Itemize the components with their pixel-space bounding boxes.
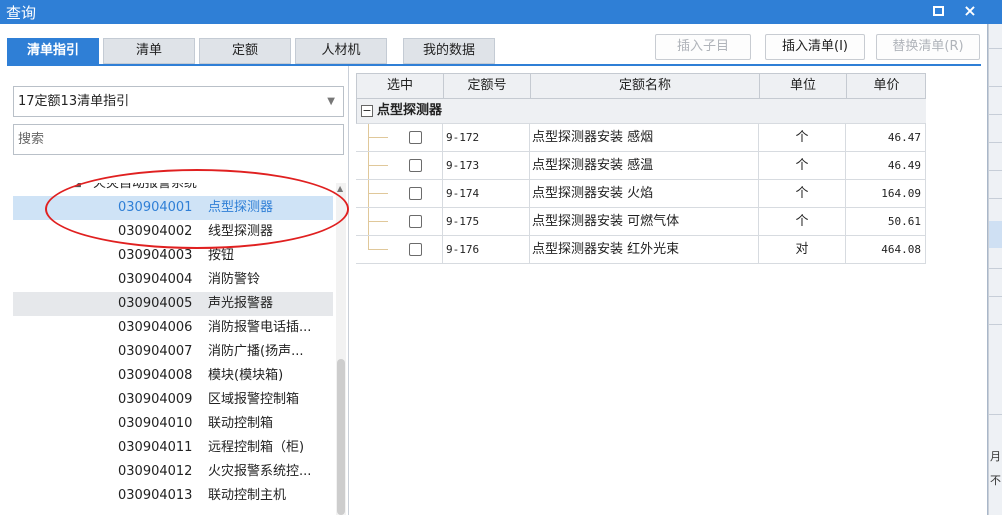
tree-item[interactable]: 030904005 声光报警器: [13, 292, 333, 316]
scroll-up-arrow-icon[interactable]: ▲: [337, 184, 343, 193]
close-button[interactable]: ×: [958, 0, 982, 24]
tree-item[interactable]: 030904013 联动控制主机: [13, 484, 333, 508]
tab-quota[interactable]: 定额: [199, 38, 291, 64]
insert-list-button[interactable]: 插入清单(I): [765, 34, 865, 60]
row-checkbox[interactable]: [409, 187, 422, 200]
grid-header: 选中 定额号 定额名称 单位 单价: [356, 73, 926, 99]
col-header-code[interactable]: 定额号: [444, 74, 531, 98]
tree-item[interactable]: 030904001 点型探测器: [13, 196, 333, 220]
left-panel: 17定额13清单指引 ▼ ◢ 火灾自动报警系统 030904001 点型探测器 …: [7, 66, 349, 515]
tree-item[interactable]: 030904010 联动控制箱: [13, 412, 333, 436]
row-checkbox[interactable]: [409, 243, 422, 256]
row-checkbox[interactable]: [409, 159, 422, 172]
tree-item[interactable]: 030904009 区域报警控制箱: [13, 388, 333, 412]
row-checkbox[interactable]: [409, 131, 422, 144]
side-text: 月: [990, 450, 1001, 463]
table-row[interactable]: 9-172 点型探测器安装 感烟 个 46.47: [356, 124, 926, 152]
maximize-icon[interactable]: [926, 0, 950, 24]
query-dialog: 清单指引 清单 定额 人材机 我的数据 插入子目 插入清单(I) 替换清单(R)…: [0, 24, 988, 515]
tab-my-data[interactable]: 我的数据: [403, 38, 495, 64]
tree-item[interactable]: 030904012 火灾报警系统控...: [13, 460, 333, 484]
tab-list-guide[interactable]: 清单指引: [7, 38, 99, 64]
tree-item[interactable]: 030904006 消防报警电话插...: [13, 316, 333, 340]
tree-item[interactable]: 030904004 消防警铃: [13, 268, 333, 292]
group-label: 点型探测器: [377, 103, 443, 118]
window-title: 查询: [6, 4, 37, 22]
tree-node-fire-alarm-system[interactable]: ◢ 火灾自动报警系统: [13, 183, 333, 196]
table-row[interactable]: 9-176 点型探测器安装 红外光束 对 464.08: [356, 236, 926, 264]
search-input[interactable]: [13, 124, 344, 155]
tree-scrollbar[interactable]: ▲: [336, 183, 346, 515]
tree-item[interactable]: 030904008 模块(模块箱): [13, 364, 333, 388]
col-header-name[interactable]: 定额名称: [531, 74, 760, 98]
collapse-toggle-icon[interactable]: −: [361, 105, 373, 117]
col-header-select[interactable]: 选中: [357, 74, 444, 98]
guide-select-value: 17定额13清单指引: [18, 94, 130, 109]
title-bar: 查询 ×: [0, 0, 1002, 24]
tree-item[interactable]: 030904003 按钮: [13, 244, 333, 268]
tree-item[interactable]: 030904007 消防广播(扬声...: [13, 340, 333, 364]
group-row[interactable]: − 点型探测器: [356, 99, 926, 124]
tree-item[interactable]: 030904011 远程控制箱（柜): [13, 436, 333, 460]
table-row[interactable]: 9-173 点型探测器安装 感温 个 46.49: [356, 152, 926, 180]
table-row[interactable]: 9-175 点型探测器安装 可燃气体 个 50.61: [356, 208, 926, 236]
background-window-strip: 月 不: [988, 24, 1002, 515]
tab-list[interactable]: 清单: [103, 38, 195, 64]
guide-select[interactable]: 17定额13清单指引 ▼: [13, 86, 344, 117]
tree-item[interactable]: 030904002 线型探测器: [13, 220, 333, 244]
scrollbar-thumb[interactable]: [337, 359, 345, 515]
insert-child-button[interactable]: 插入子目: [655, 34, 751, 60]
col-header-price[interactable]: 单价: [847, 74, 926, 98]
tab-labor-material-machine[interactable]: 人材机: [295, 38, 387, 64]
side-text: 不: [990, 474, 1001, 487]
collapse-caret-icon[interactable]: ◢: [74, 183, 81, 196]
row-checkbox[interactable]: [409, 215, 422, 228]
col-header-unit[interactable]: 单位: [760, 74, 847, 98]
replace-list-button[interactable]: 替换清单(R): [876, 34, 980, 60]
table-row[interactable]: 9-174 点型探测器安装 火焰 个 164.09: [356, 180, 926, 208]
dropdown-arrow-icon[interactable]: ▼: [327, 87, 335, 116]
guide-tree: ◢ 火灾自动报警系统 030904001 点型探测器 030904002 线型探…: [13, 183, 333, 515]
